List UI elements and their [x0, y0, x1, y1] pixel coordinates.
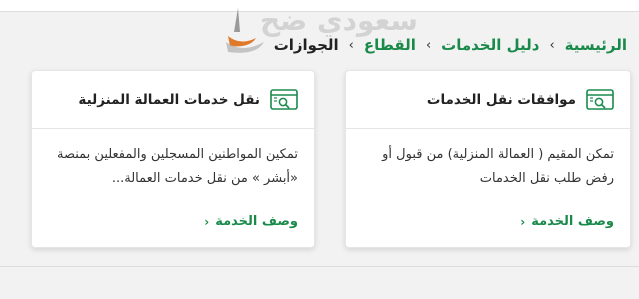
card-header: موافقات نقل الخدمات [346, 71, 630, 129]
breadcrumb-services-guide[interactable]: دليل الخدمات [441, 36, 539, 54]
card-title: موافقات نقل الخدمات [426, 91, 576, 108]
breadcrumb-sector[interactable]: القطاع [364, 36, 416, 54]
breadcrumb-separator-icon: › [425, 37, 432, 53]
breadcrumb: الرئيسية › دليل الخدمات › القطاع › الجوا… [12, 30, 627, 60]
link-label: وصف الخدمة [215, 214, 298, 229]
breadcrumb-separator-icon: › [348, 37, 354, 53]
divider [0, 266, 639, 267]
link-label: وصف الخدمة [531, 214, 614, 229]
breadcrumb-separator-icon: › [549, 37, 555, 53]
service-description-link[interactable]: وصف الخدمة ‹ [520, 214, 614, 229]
service-description-link[interactable]: وصف الخدمة ‹ [204, 214, 298, 229]
card-description: تمكين المواطنين المسجلين والمفعلين بمنصة… [56, 147, 298, 186]
card-header: نقل خدمات العمالة المنزلية [32, 71, 314, 129]
breadcrumb-current: الجوازات [273, 36, 339, 54]
chevron-left-icon: ‹ [520, 214, 526, 229]
card-description: تمكن المقيم ( العمالة المنزلية) من قبول … [382, 147, 614, 186]
service-search-icon [586, 88, 614, 110]
service-search-icon [270, 88, 298, 110]
breadcrumb-home[interactable]: الرئيسية [565, 36, 627, 54]
chevron-left-icon: ‹ [204, 214, 210, 229]
card-title: نقل خدمات العمالة المنزلية [78, 91, 260, 108]
service-card[interactable]: نقل خدمات العمالة المنزلية تمكين المواطن… [31, 70, 315, 248]
service-card[interactable]: موافقات نقل الخدمات تمكن المقيم ( العمال… [345, 70, 631, 248]
